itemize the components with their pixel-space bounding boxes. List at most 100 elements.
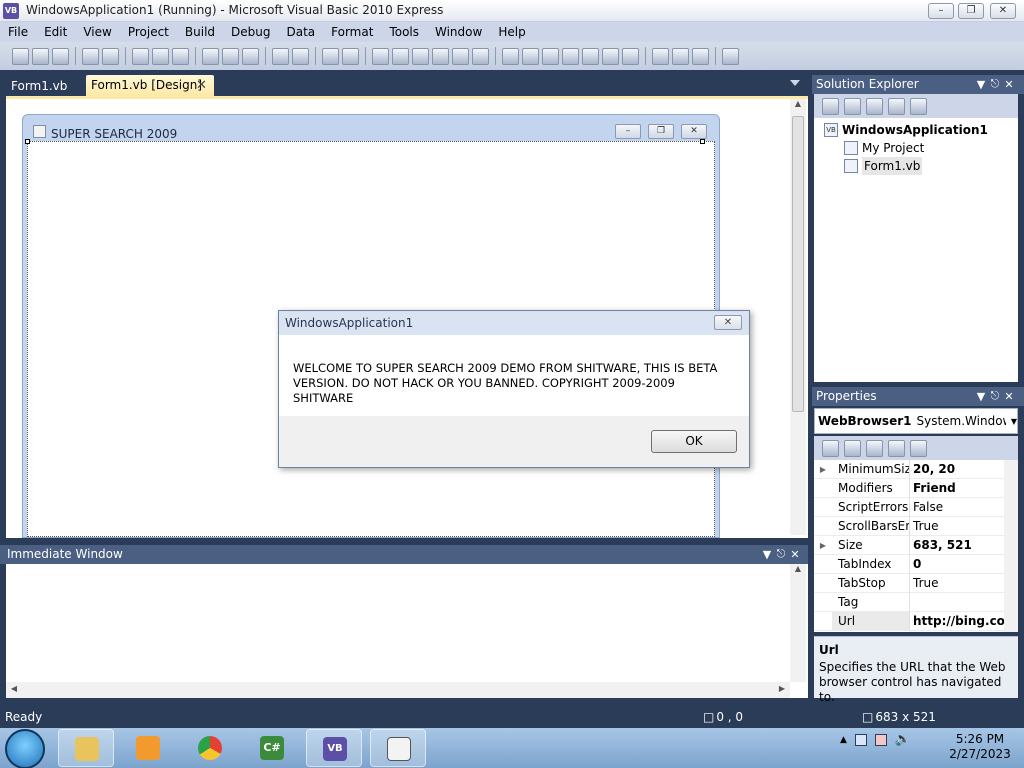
- menu-data[interactable]: Data: [278, 22, 323, 42]
- navigate-icon[interactable]: [322, 47, 339, 65]
- properties-view-icon[interactable]: [866, 439, 883, 457]
- property-value[interactable]: True: [910, 517, 1004, 536]
- format-icon[interactable]: [672, 47, 689, 65]
- property-pages-icon[interactable]: [910, 439, 927, 457]
- chevron-down-icon[interactable]: ▼: [1011, 417, 1017, 426]
- tab-form1-design[interactable]: Form1.vb [Design] ✕: [86, 75, 214, 96]
- network-icon[interactable]: [854, 733, 867, 746]
- refresh-icon[interactable]: [866, 97, 883, 115]
- error-list-icon[interactable]: [602, 47, 619, 65]
- start-debug-icon[interactable]: [342, 47, 359, 65]
- show-all-files-icon[interactable]: [844, 97, 861, 115]
- taskbar-chrome[interactable]: [182, 729, 238, 767]
- property-row[interactable]: TabIndex 0: [814, 554, 1004, 574]
- property-value[interactable]: 0: [910, 555, 1004, 574]
- pin-icon[interactable]: ⎋: [988, 389, 1002, 403]
- tree-item-my-project[interactable]: My Project: [814, 139, 1018, 157]
- pane-dropdown-icon[interactable]: ▼: [974, 390, 988, 403]
- view-designer-icon[interactable]: [910, 97, 927, 115]
- database-explorer-icon[interactable]: [582, 47, 599, 65]
- scroll-left-icon[interactable]: ◀: [6, 684, 22, 693]
- message-box-close-button[interactable]: ✕: [714, 315, 742, 330]
- expand-icon[interactable]: ▶: [814, 465, 832, 474]
- close-pane-icon[interactable]: ✕: [788, 548, 802, 561]
- step-out-icon[interactable]: [472, 47, 489, 65]
- object-browser-icon[interactable]: [542, 47, 559, 65]
- start-button[interactable]: [5, 729, 45, 768]
- scroll-up-icon[interactable]: ▲: [790, 564, 806, 573]
- ok-button[interactable]: OK: [651, 430, 737, 453]
- menu-project[interactable]: Project: [120, 22, 177, 42]
- menu-format[interactable]: Format: [323, 22, 381, 42]
- pointer-icon[interactable]: [372, 47, 389, 65]
- volume-icon[interactable]: 🔈: [895, 732, 911, 747]
- property-row[interactable]: TabStop True: [814, 573, 1004, 593]
- pane-dropdown-icon[interactable]: ▼: [974, 78, 988, 91]
- object-selector[interactable]: WebBrowser1 System.Windows.F ▼: [814, 408, 1018, 434]
- menu-debug[interactable]: Debug: [223, 22, 278, 42]
- comment-icon[interactable]: [222, 47, 239, 65]
- add-item-icon[interactable]: [52, 47, 69, 65]
- taskbar-visual-basic[interactable]: VB: [306, 729, 362, 767]
- properties-icon[interactable]: [522, 47, 539, 65]
- taskbar-running-app[interactable]: [370, 729, 426, 767]
- events-icon[interactable]: [888, 439, 905, 457]
- paste-icon[interactable]: [172, 47, 189, 65]
- menu-edit[interactable]: Edit: [36, 22, 75, 42]
- property-row[interactable]: Modifiers Friend: [814, 478, 1004, 498]
- options-icon[interactable]: [722, 47, 739, 65]
- solution-explorer-icon[interactable]: [502, 47, 519, 65]
- uncomment-icon[interactable]: [242, 47, 259, 65]
- immediate-window-icon[interactable]: [622, 47, 639, 65]
- property-row-selected[interactable]: Urlhttp://bing.com: [814, 611, 1004, 631]
- menu-file[interactable]: File: [0, 22, 36, 42]
- close-pane-icon[interactable]: ✕: [1002, 78, 1016, 91]
- undo-icon[interactable]: [272, 47, 289, 65]
- tab-list-dropdown-icon[interactable]: [790, 80, 800, 86]
- action-center-icon[interactable]: [874, 733, 887, 746]
- close-pane-icon[interactable]: ✕: [1002, 390, 1016, 403]
- expand-icon[interactable]: ▶: [814, 541, 832, 550]
- taskbar-csharp[interactable]: C#: [244, 729, 300, 767]
- close-tab-icon[interactable]: ✕: [196, 75, 207, 96]
- align-icon[interactable]: [652, 47, 669, 65]
- tree-item-form1[interactable]: Form1.vb: [814, 157, 1018, 175]
- property-row[interactable]: ▶ Size 683, 521: [814, 535, 1004, 555]
- property-value[interactable]: 683, 521: [910, 536, 1004, 555]
- clock[interactable]: 5:26 PM 2/27/2023: [940, 732, 1020, 762]
- cut-icon[interactable]: [132, 47, 149, 65]
- property-value[interactable]: True: [910, 574, 1004, 593]
- tab-form1-code[interactable]: Form1.vb: [4, 76, 84, 96]
- step-over-icon[interactable]: [452, 47, 469, 65]
- scroll-up-icon[interactable]: ▲: [790, 99, 806, 108]
- minimize-button[interactable]: –: [928, 3, 954, 19]
- maximize-button[interactable]: ❐: [958, 3, 984, 19]
- pane-dropdown-icon[interactable]: ▼: [760, 548, 774, 561]
- property-row[interactable]: Tag: [814, 592, 1004, 612]
- stop-icon[interactable]: [412, 47, 429, 65]
- properties-icon[interactable]: [822, 97, 839, 115]
- menu-window[interactable]: Window: [427, 22, 490, 42]
- pin-icon[interactable]: ⎋: [774, 547, 788, 561]
- layout-icon[interactable]: [692, 47, 709, 65]
- resize-handle[interactable]: [700, 139, 705, 144]
- resize-handle[interactable]: [25, 139, 30, 144]
- save-icon[interactable]: [82, 47, 99, 65]
- property-value[interactable]: [910, 593, 1004, 612]
- property-row[interactable]: ScriptErrorsSuFalse: [814, 497, 1004, 517]
- copy-icon[interactable]: [152, 47, 169, 65]
- taskbar-explorer[interactable]: [58, 729, 114, 767]
- scroll-right-icon[interactable]: ▶: [774, 684, 790, 693]
- redo-icon[interactable]: [292, 47, 309, 65]
- immediate-horizontal-scrollbar[interactable]: ◀ ▶: [6, 682, 790, 698]
- show-hidden-icons[interactable]: ▲: [840, 735, 847, 745]
- property-row[interactable]: ScrollBarsEnaTrue: [814, 516, 1004, 536]
- menu-view[interactable]: View: [75, 22, 119, 42]
- pin-icon[interactable]: ⎋: [988, 77, 1002, 91]
- save-all-icon[interactable]: [102, 47, 119, 65]
- toolbox-icon[interactable]: [562, 47, 579, 65]
- menu-tools[interactable]: Tools: [381, 22, 427, 42]
- property-value[interactable]: False: [910, 498, 1004, 517]
- step-into-icon[interactable]: [432, 47, 449, 65]
- taskbar-media-player[interactable]: [120, 729, 176, 767]
